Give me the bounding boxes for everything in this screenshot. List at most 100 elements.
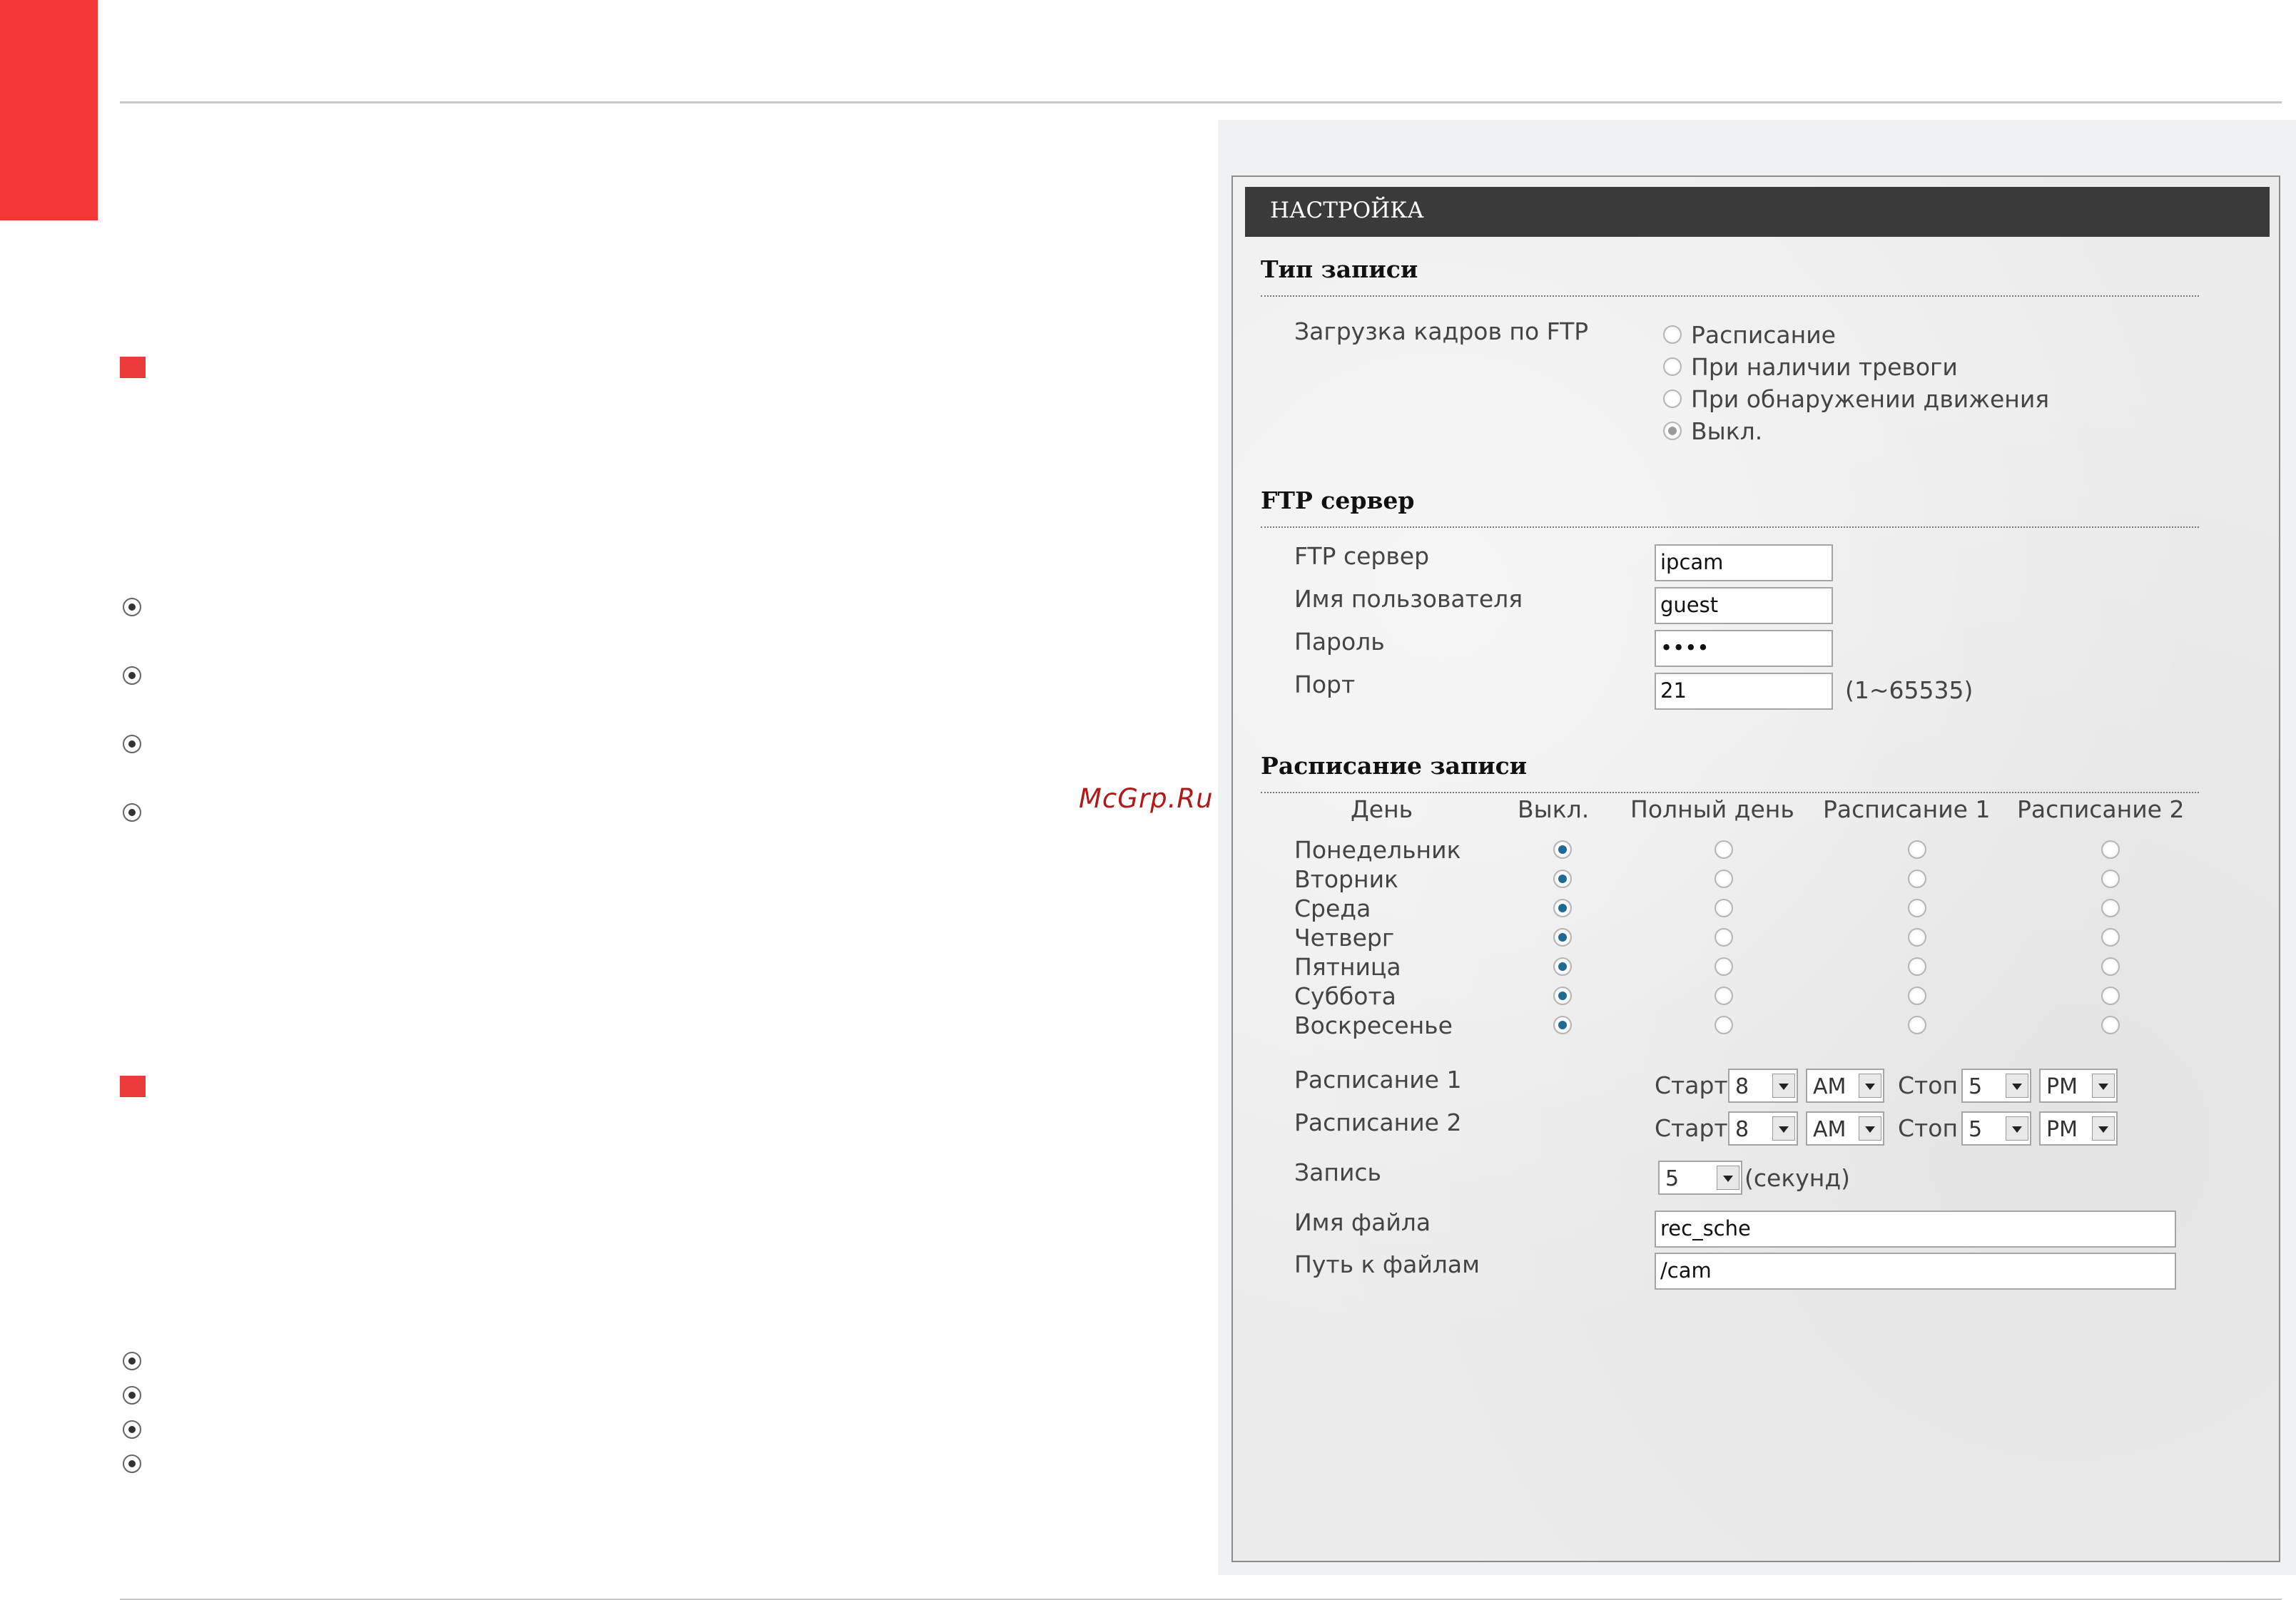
day-label: Вторник xyxy=(1294,865,1398,893)
day-full-day-radio[interactable] xyxy=(1715,987,1733,1005)
day-full-day-radio[interactable] xyxy=(1715,840,1733,859)
day-off-radio[interactable] xyxy=(1553,957,1572,976)
day-full-day-radio[interactable] xyxy=(1715,870,1733,888)
record-type-heading: Тип записи xyxy=(1261,255,1418,283)
day-schedule-2-radio[interactable] xyxy=(2101,987,2120,1005)
day-full-day-radio[interactable] xyxy=(1715,899,1733,917)
day-label: Понедельник xyxy=(1294,836,1461,864)
day-label: Пятница xyxy=(1294,953,1401,981)
schedule-1-stop-ampm-select[interactable]: PM xyxy=(2039,1069,2118,1103)
select-value: 5 xyxy=(1969,1074,1983,1099)
port-range-hint: (1~65535) xyxy=(1845,676,1974,704)
section-divider xyxy=(1261,526,2199,528)
record-type-option-label: Выкл. xyxy=(1691,417,1763,445)
day-schedule-2-radio[interactable] xyxy=(2101,840,2120,859)
schedule-1-stop-hour-select[interactable]: 5 xyxy=(1961,1069,2031,1103)
select-value: PM xyxy=(2046,1117,2078,1142)
ftp-upload-label: Загрузка кадров по FTP xyxy=(1294,317,1589,345)
schedule-2-stop-hour-select[interactable]: 5 xyxy=(1961,1111,2031,1146)
chevron-down-icon xyxy=(2092,1116,2115,1141)
schedule-1-label: Расписание 1 xyxy=(1294,1066,1462,1094)
day-schedule-1-radio[interactable] xyxy=(1908,928,1926,947)
day-schedule-1-radio[interactable] xyxy=(1908,899,1926,917)
day-label: Среда xyxy=(1294,895,1371,922)
day-schedule-2-radio[interactable] xyxy=(2101,928,2120,947)
password-label: Пароль xyxy=(1294,628,1385,656)
select-value: AM xyxy=(1813,1074,1847,1099)
select-value: AM xyxy=(1813,1117,1847,1142)
bullet-icon xyxy=(123,735,141,753)
day-schedule-2-radio[interactable] xyxy=(2101,899,2120,917)
schedule-2-start-ampm-select[interactable]: AM xyxy=(1806,1111,1884,1146)
record-type-alarm-radio[interactable] xyxy=(1663,357,1682,376)
day-off-radio[interactable] xyxy=(1553,840,1572,859)
day-schedule-1-radio[interactable] xyxy=(1908,957,1926,976)
select-value: 8 xyxy=(1735,1074,1749,1099)
day-off-radio[interactable] xyxy=(1553,1016,1572,1034)
record-type-schedule-radio[interactable] xyxy=(1663,325,1682,344)
ftp-server-input[interactable]: ipcam xyxy=(1655,544,1833,581)
username-label: Имя пользователя xyxy=(1294,585,1523,613)
day-schedule-1-radio[interactable] xyxy=(1908,987,1926,1005)
file-name-input[interactable]: rec_sche xyxy=(1655,1211,2176,1248)
day-schedule-2-radio[interactable] xyxy=(2101,957,2120,976)
section-divider xyxy=(1261,295,2199,297)
day-schedule-2-radio[interactable] xyxy=(2101,1016,2120,1034)
chevron-down-icon xyxy=(1717,1166,1739,1190)
day-off-radio[interactable] xyxy=(1553,899,1572,917)
file-name-label: Имя файла xyxy=(1294,1208,1431,1236)
schedule-2-stop-ampm-select[interactable]: PM xyxy=(2039,1111,2118,1146)
day-schedule-1-radio[interactable] xyxy=(1908,870,1926,888)
schedule-1-start-hour-select[interactable]: 8 xyxy=(1728,1069,1798,1103)
day-off-radio[interactable] xyxy=(1553,987,1572,1005)
file-path-input[interactable]: /cam xyxy=(1655,1253,2176,1290)
ftp-server-label: FTP сервер xyxy=(1294,542,1430,570)
bullet-icon xyxy=(123,666,141,685)
record-type-option-label: При обнаружении движения xyxy=(1691,385,2050,413)
record-duration-select[interactable]: 5 xyxy=(1658,1161,1742,1195)
day-schedule-1-radio[interactable] xyxy=(1908,840,1926,859)
record-type-motion-radio[interactable] xyxy=(1663,389,1682,408)
schedule-1-start-label: Старт xyxy=(1655,1071,1728,1099)
chevron-down-icon xyxy=(2006,1074,2028,1098)
select-value: 8 xyxy=(1735,1117,1749,1142)
port-input[interactable]: 21 xyxy=(1655,673,1833,710)
record-type-off-radio[interactable] xyxy=(1663,422,1682,440)
record-duration-label: Запись xyxy=(1294,1158,1381,1186)
day-schedule-1-radio[interactable] xyxy=(1908,1016,1926,1034)
day-label: Воскресенье xyxy=(1294,1012,1453,1039)
red-square-marker-2 xyxy=(120,1076,146,1097)
select-value: 5 xyxy=(1969,1117,1983,1142)
red-square-marker-1 xyxy=(120,357,146,378)
chevron-down-icon xyxy=(1859,1116,1881,1141)
day-full-day-radio[interactable] xyxy=(1715,928,1733,947)
section-divider xyxy=(1261,792,2199,793)
record-type-option-label: Расписание xyxy=(1691,321,1836,349)
schedule-2-label: Расписание 2 xyxy=(1294,1109,1462,1136)
port-label: Порт xyxy=(1294,671,1356,698)
day-off-radio[interactable] xyxy=(1553,870,1572,888)
day-full-day-radio[interactable] xyxy=(1715,1016,1733,1034)
schedule-heading: Расписание записи xyxy=(1261,752,1528,780)
schedule-2-stop-label: Стоп xyxy=(1898,1114,1959,1142)
column-header-off: Выкл. xyxy=(1518,795,1590,823)
column-header-schedule-2: Расписание 2 xyxy=(2017,795,2185,823)
username-input[interactable]: guest xyxy=(1655,587,1833,624)
day-schedule-2-radio[interactable] xyxy=(2101,870,2120,888)
password-input[interactable]: •••• xyxy=(1655,630,1833,667)
watermark: McGrp.Ru xyxy=(1079,783,1214,814)
bullet-icon xyxy=(123,1420,141,1439)
top-divider xyxy=(120,101,2282,103)
bullet-icon xyxy=(123,803,141,822)
day-label: Суббота xyxy=(1294,982,1396,1010)
schedule-1-stop-label: Стоп xyxy=(1898,1071,1959,1099)
select-value: 5 xyxy=(1665,1166,1680,1191)
select-value: PM xyxy=(2046,1074,2078,1099)
day-label: Четверг xyxy=(1294,924,1395,952)
column-header-schedule-1: Расписание 1 xyxy=(1823,795,1991,823)
schedule-1-start-ampm-select[interactable]: AM xyxy=(1806,1069,1884,1103)
day-off-radio[interactable] xyxy=(1553,928,1572,947)
schedule-2-start-hour-select[interactable]: 8 xyxy=(1728,1111,1798,1146)
day-full-day-radio[interactable] xyxy=(1715,957,1733,976)
ftp-server-heading: FTP сервер xyxy=(1261,486,1415,514)
